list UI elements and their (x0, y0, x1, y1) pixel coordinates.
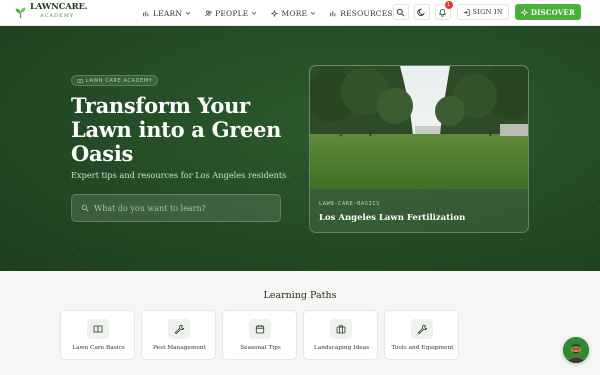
menu-resources-label: RESOURCES (340, 8, 393, 18)
bell-icon (439, 8, 446, 17)
path-label: Lawn Care Basics (72, 345, 125, 351)
top-navbar: LAWNCARE. ACADEMY LEARN PEOPLE MORE RESO… (0, 0, 600, 26)
menu-learn-label: LEARN (153, 8, 183, 18)
discover-button[interactable]: DISCOVER (514, 4, 581, 20)
learning-paths-list: Lawn Care Basics Pest Management Seasona… (60, 310, 465, 360)
path-card-lawn-care-basics[interactable]: Lawn Care Basics (60, 310, 135, 360)
logo[interactable]: LAWNCARE. ACADEMY (14, 3, 88, 21)
hero-section: LAWN CARE ACADEMY Transform Your Lawn in… (0, 26, 600, 271)
notifications-button[interactable]: 1 (434, 1, 453, 20)
menu-more-label: MORE (281, 8, 308, 18)
chart-icon (143, 10, 149, 16)
search-button[interactable] (392, 4, 409, 20)
search-input[interactable] (94, 203, 274, 213)
moon-icon (417, 8, 425, 16)
path-label: Seasonal Tips (240, 345, 281, 351)
menu-people[interactable]: PEOPLE (205, 9, 257, 18)
sparkle-icon (520, 8, 528, 16)
featured-article-card[interactable]: LAWN-CARE-BASICS Los Angeles Lawn Fertil… (309, 65, 529, 233)
menu-people-label: PEOPLE (215, 8, 249, 18)
wrench-icon (168, 319, 190, 339)
logo-name: LAWNCARE. (30, 2, 88, 12)
briefcase-icon (330, 319, 352, 339)
featured-title: Los Angeles Lawn Fertilization (319, 213, 466, 223)
sprout-icon (15, 7, 26, 18)
path-label: Tools and Equipment (391, 345, 454, 351)
main-menu: LEARN PEOPLE MORE RESOURCES (143, 0, 416, 26)
path-card-pest-management[interactable]: Pest Management (141, 310, 216, 360)
path-card-landscaping-ideas[interactable]: Landscaping Ideas (303, 310, 378, 360)
sign-in-button[interactable]: SIGN IN (456, 4, 509, 20)
theme-toggle-button[interactable] (413, 4, 430, 20)
wrench-icon (411, 319, 433, 339)
calendar-icon (249, 319, 271, 339)
path-card-tools-and-equipment[interactable]: Tools and Equipment (384, 310, 459, 360)
featured-photo (310, 66, 528, 189)
chevron-down-icon (311, 12, 316, 15)
chevron-down-icon (252, 12, 257, 15)
menu-learn[interactable]: LEARN (143, 9, 191, 18)
book-icon (77, 78, 83, 83)
path-card-seasonal-tips[interactable]: Seasonal Tips (222, 310, 297, 360)
chart-icon (330, 10, 336, 16)
search-icon (81, 204, 89, 212)
hero-search[interactable] (71, 194, 281, 222)
logo-subtitle: ACADEMY (40, 13, 75, 19)
notification-badge: 1 (444, 1, 453, 9)
avatar-image (563, 337, 589, 363)
path-label: Pest Management (153, 345, 206, 351)
featured-category: LAWN-CARE-BASICS (319, 201, 380, 207)
path-label: Landscaping Ideas (313, 345, 370, 351)
menu-more[interactable]: MORE (271, 9, 316, 18)
nav-actions: 1 SIGN IN DISCOVER (388, 1, 581, 20)
book-icon (87, 319, 109, 339)
discover-label: DISCOVER (530, 7, 575, 17)
hero-title: Transform Your Lawn into a Green Oasis (71, 93, 282, 166)
sparkle-icon (271, 9, 279, 17)
users-icon (205, 9, 212, 16)
learning-paths-title: Learning Paths (263, 290, 337, 301)
chat-avatar-button[interactable] (563, 337, 589, 363)
login-icon (463, 8, 470, 16)
search-icon (396, 8, 405, 16)
hero-tag-label: LAWN CARE ACADEMY (86, 77, 153, 84)
hero-subtitle: Expert tips and resources for Los Angele… (71, 170, 287, 180)
sign-in-label: SIGN IN (472, 8, 503, 16)
chevron-down-icon (186, 12, 191, 15)
hero-tag: LAWN CARE ACADEMY (71, 75, 159, 86)
